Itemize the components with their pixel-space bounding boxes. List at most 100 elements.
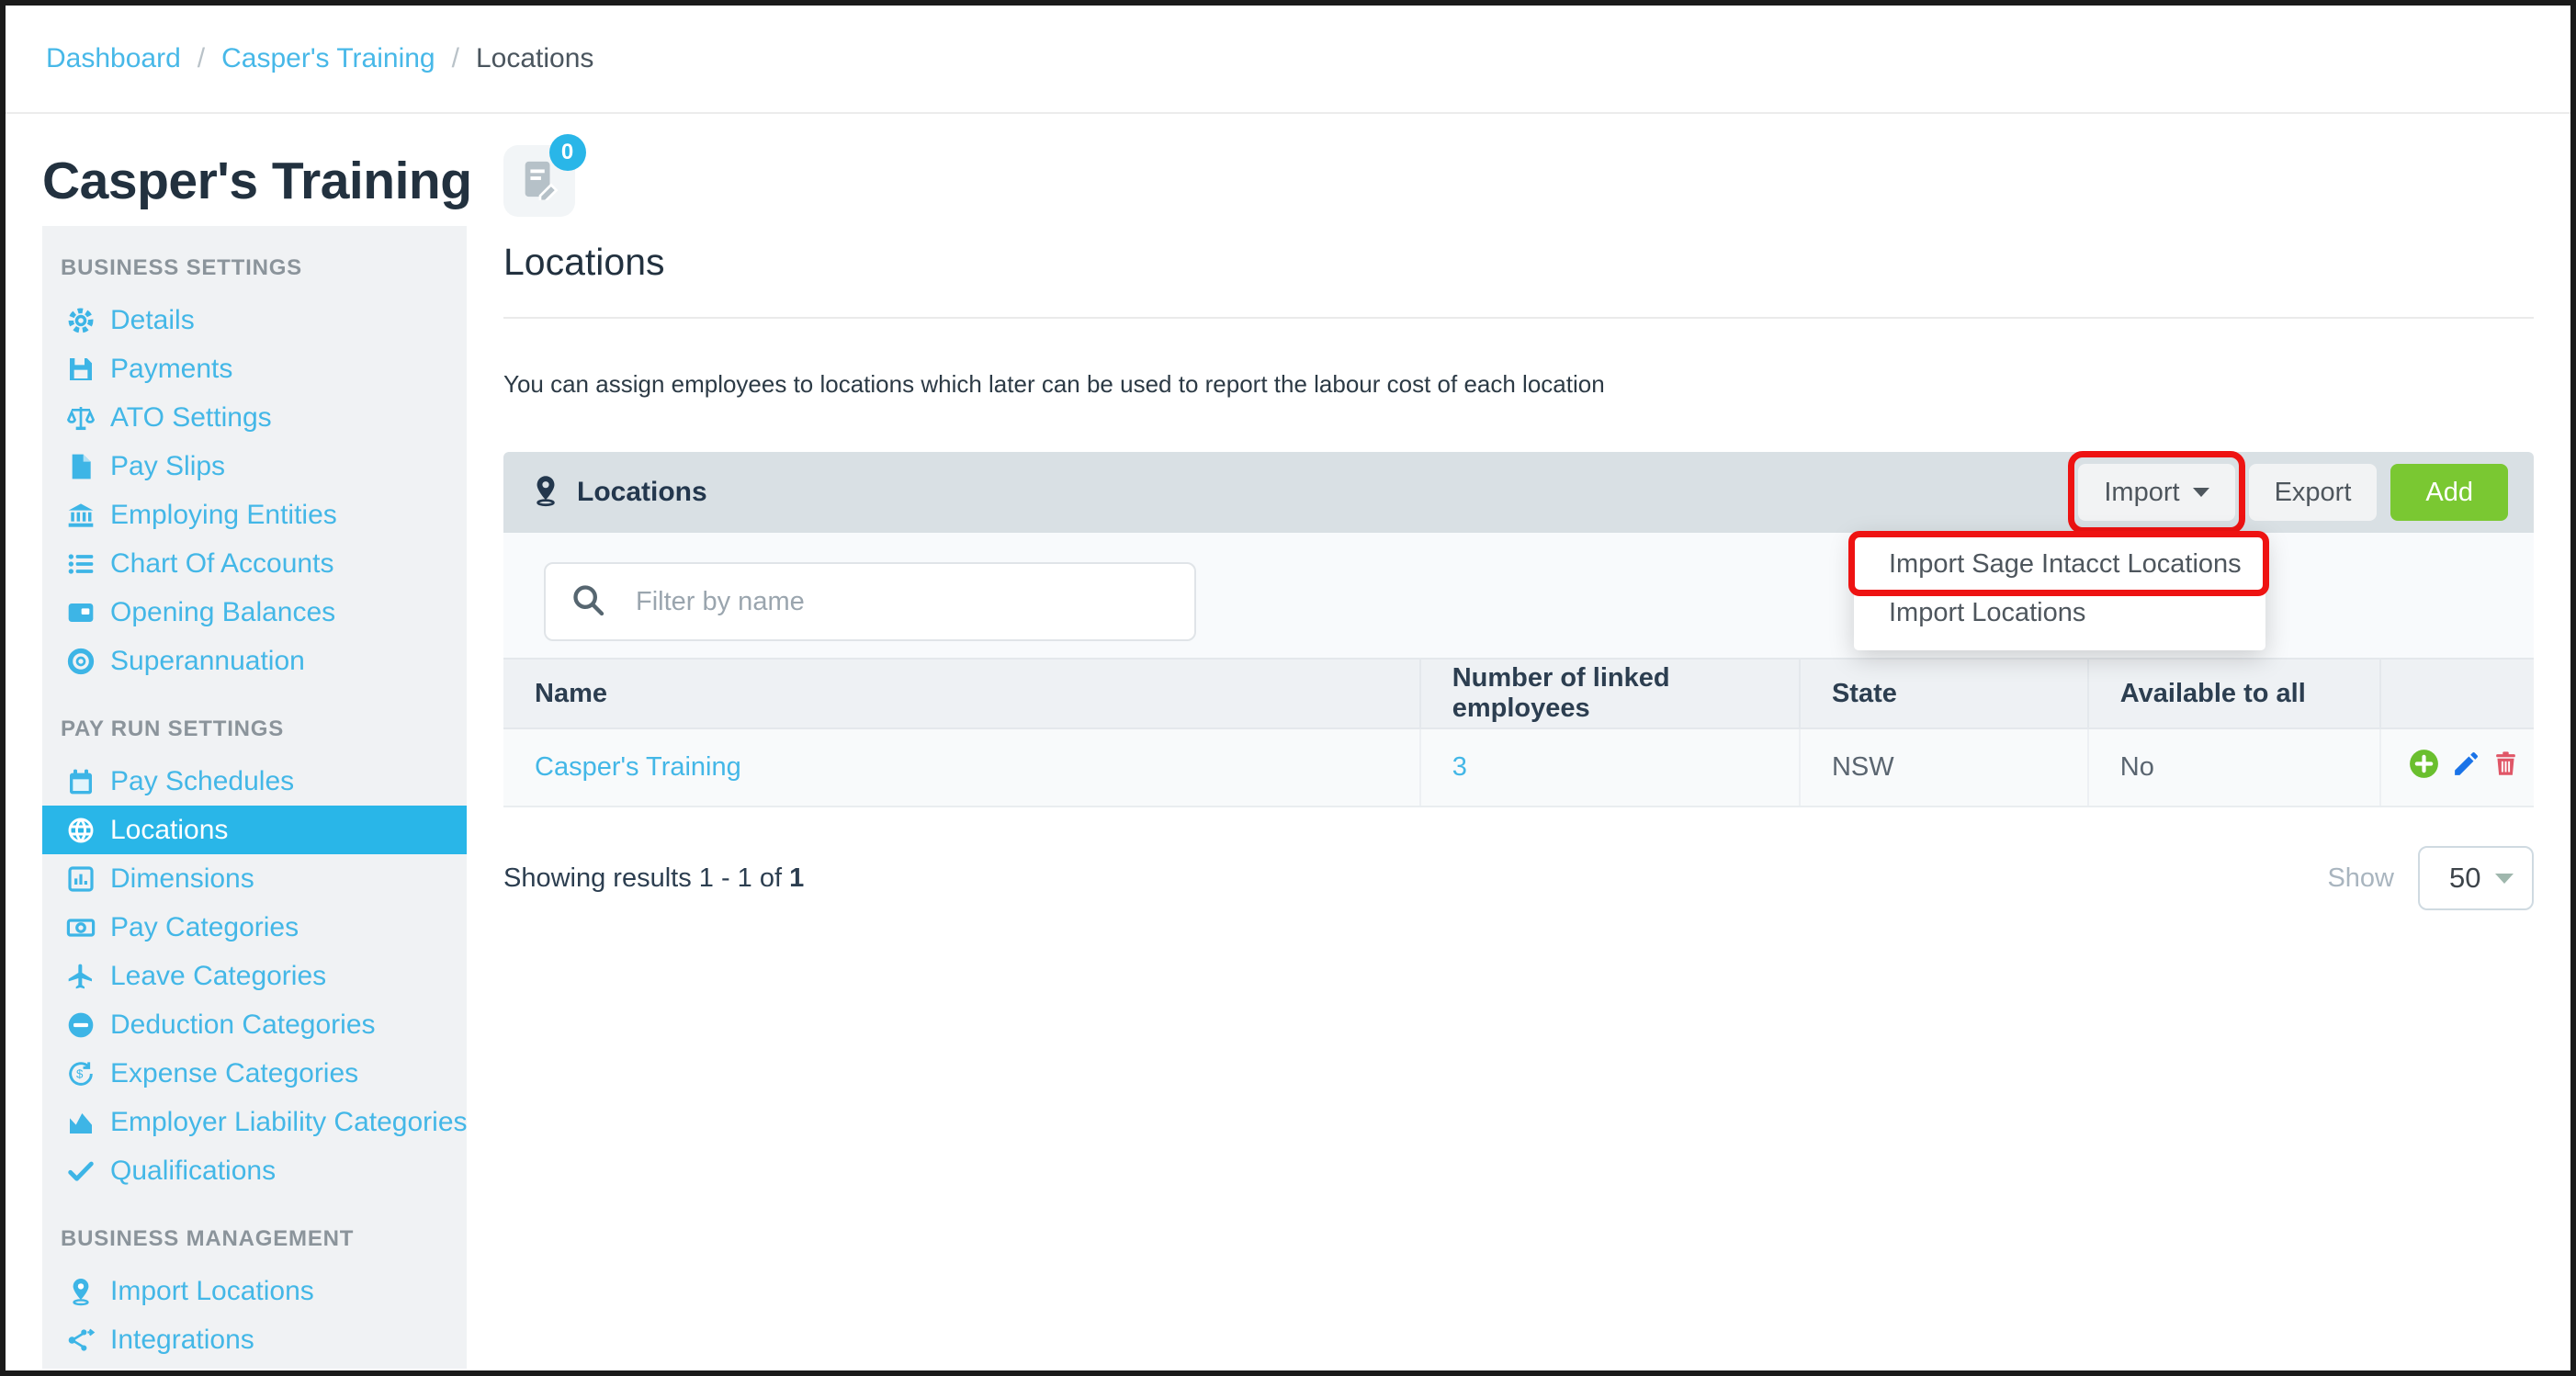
column-header-actions [2379,660,2534,727]
sidebar-item-label: ATO Settings [110,402,272,434]
sidebar-item-integrations[interactable]: Integrations [42,1315,467,1364]
sidebar-item-label: Chart Of Accounts [110,548,333,580]
sidebar-item-chart-of-accounts[interactable]: Chart Of Accounts [42,539,467,588]
list-icon [64,547,97,581]
sidebar-item-label: Pay Slips [110,451,225,482]
sidebar-item-label: Leave Categories [110,961,326,992]
sidebar-item-payments[interactable]: Payments [42,344,467,393]
menu-item-label: Import Sage Intacct Locations [1889,549,2242,580]
scales-icon [64,401,97,434]
map-pin-icon [64,1275,97,1308]
locations-panel: Locations Import Export [503,452,2534,807]
breadcrumb-link-business[interactable]: Casper's Training [221,43,435,74]
page-size-group: Show 50 [2327,846,2534,910]
sidebar-item-qualifications[interactable]: Qualifications [42,1146,467,1195]
sidebar-item-label: Superannuation [110,646,305,677]
svg-text:$: $ [76,1066,84,1080]
sidebar-item-label: Pay Categories [110,912,299,943]
sidebar-item-pay-categories[interactable]: Pay Categories [42,903,467,952]
page-header: Casper's Training 0 [6,114,2570,226]
location-pin-icon [529,474,562,512]
breadcrumb-separator: / [198,43,205,74]
row-actions [2379,729,2534,806]
calendar-icon [64,765,97,798]
dollar-refresh-icon: $ [64,1057,97,1090]
export-button[interactable]: Export [2249,464,2378,521]
plane-icon [64,960,97,993]
sidebar-item-employer-liability-categories[interactable]: Employer Liability Categories [42,1098,467,1146]
breadcrumb: Dashboard / Casper's Training / Location… [6,6,2570,114]
sidebar-item-timesheets[interactable]: Timesheets [42,1364,467,1369]
check-icon [64,1155,97,1188]
edit-pencil-icon[interactable] [2451,749,2481,786]
menu-item-label: Import Locations [1889,598,2085,628]
results-total: 1 [789,863,804,893]
sidebar-item-label: Qualifications [110,1156,276,1187]
column-header-available-to-all: Available to all [2087,660,2379,727]
column-header-state: State [1799,660,2087,727]
sidebar-item-opening-balances[interactable]: Opening Balances [42,588,467,637]
sidebar-item-label: Opening Balances [110,597,335,628]
filter-input-box [544,562,1196,641]
heading-divider [503,317,2534,319]
breadcrumb-separator: / [452,43,459,74]
results-prefix: Showing results 1 - 1 of [503,863,789,893]
bank-icon [64,499,97,532]
sidebar-item-label: Expense Categories [110,1058,358,1089]
minus-circle-icon [64,1009,97,1042]
sidebar-item-pay-slips[interactable]: Pay Slips [42,442,467,491]
sidebar-item-expense-categories[interactable]: $ Expense Categories [42,1049,467,1098]
page-size-value: 50 [2449,862,2480,895]
gear-icon [64,304,97,337]
globe-icon [64,814,97,847]
sidebar-item-label: Import Locations [110,1276,314,1307]
location-name-link[interactable]: Casper's Training [535,752,741,783]
wallet-icon [64,596,97,629]
sidebar-item-ato-settings[interactable]: ATO Settings [42,393,467,442]
lifebuoy-icon [64,645,97,678]
import-button[interactable]: Import [2078,464,2234,521]
column-header-name: Name [503,660,1419,727]
app-window: Dashboard / Casper's Training / Location… [0,0,2576,1376]
notes-button[interactable]: 0 [503,145,575,217]
share-icon [64,1324,97,1357]
page-size-select[interactable]: 50 [2418,846,2534,910]
sidebar-item-dimensions[interactable]: Dimensions [42,854,467,903]
sidebar-item-locations[interactable]: Locations [42,806,467,854]
add-button[interactable]: Add [2390,464,2508,521]
settings-sidebar: BUSINESS SETTINGS Details Payments ATO S… [42,226,467,1369]
sidebar-item-label: Dimensions [110,863,254,895]
page-title: Casper's Training [42,151,472,211]
results-summary: Showing results 1 - 1 of 1 [503,863,804,894]
sidebar-item-superannuation[interactable]: Superannuation [42,637,467,685]
import-dropdown-menu: Import Sage Intacct Locations Import Loc… [1854,533,2265,650]
sidebar-item-leave-categories[interactable]: Leave Categories [42,952,467,1000]
sidebar-item-details[interactable]: Details [42,296,467,344]
breadcrumb-current-page: Locations [476,43,593,74]
sidebar-item-pay-schedules[interactable]: Pay Schedules [42,757,467,806]
add-button-label: Add [2425,478,2473,508]
bar-chart-icon [64,863,97,896]
sidebar-item-employing-entities[interactable]: Employing Entities [42,491,467,539]
document-icon [64,450,97,483]
sidebar-item-label: Employer Liability Categories [110,1107,467,1138]
add-sub-location-icon[interactable] [2407,747,2441,788]
linked-employees-link[interactable]: 3 [1452,752,1467,783]
menu-item-import-sage-intacct-locations[interactable]: Import Sage Intacct Locations [1854,540,2265,589]
sidebar-item-label: Details [110,305,195,336]
filter-by-name-input[interactable] [634,586,1170,618]
panel-actions: Import Export Add [2078,464,2508,521]
menu-item-import-locations[interactable]: Import Locations [1854,589,2265,637]
section-heading: Locations [503,241,2534,284]
sidebar-item-import-locations[interactable]: Import Locations [42,1267,467,1315]
sidebar-item-deduction-categories[interactable]: Deduction Categories [42,1000,467,1049]
breadcrumb-link-dashboard[interactable]: Dashboard [46,43,181,74]
import-button-wrapper: Import [2078,464,2234,521]
notes-count-badge: 0 [549,134,586,171]
main-content: Locations You can assign employees to lo… [503,226,2534,1369]
state-value: NSW [1832,752,1894,783]
show-label: Show [2327,863,2394,894]
page-description: You can assign employees to locations wh… [503,370,2534,399]
sidebar-item-label: Pay Schedules [110,766,294,797]
delete-trash-icon[interactable] [2491,750,2520,785]
